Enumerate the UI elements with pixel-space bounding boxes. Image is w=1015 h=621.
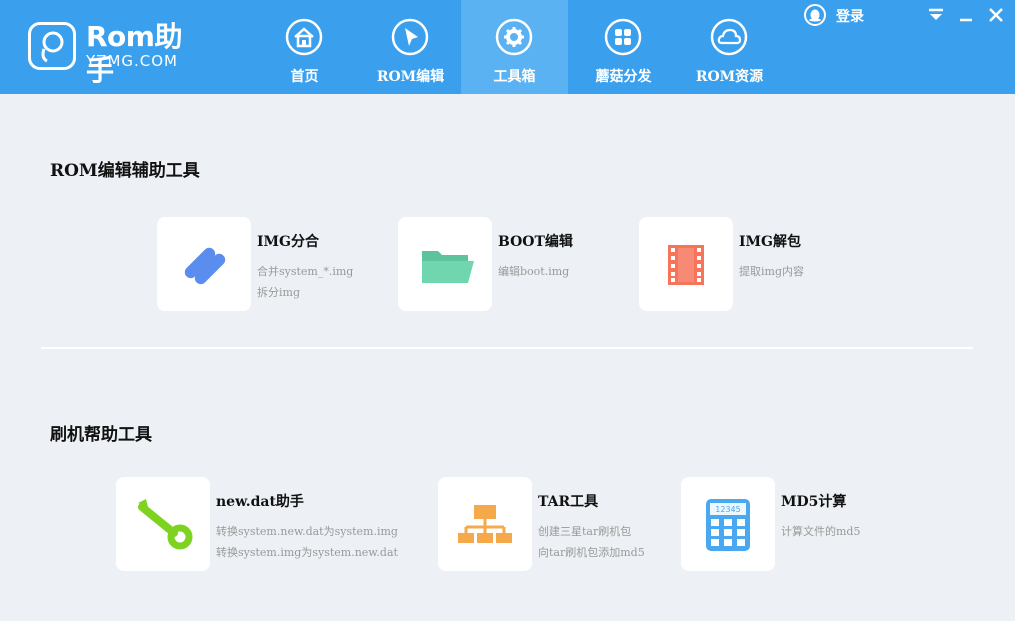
tool-card [398,217,492,311]
tool-desc-line: 向tar刷机包添加md5 [538,546,645,559]
tool-card [639,217,733,311]
nav-home[interactable]: 首页 [251,0,358,94]
top-bar: Rom助手 YZMG.COM 首页 ROM编辑 工具箱 蘑菇分发 ROM资源 登… [0,0,1015,94]
tool-img-split-merge[interactable]: IMG分合 合并system_*.img 拆分img [157,217,387,311]
link-icon [184,247,226,285]
nav-mushroom-distribute[interactable]: 蘑菇分发 [570,0,677,94]
gear-icon [495,18,533,56]
section-title-flash-tools: 刷机帮助工具 [50,425,152,445]
tool-title: BOOT编辑 [498,234,573,250]
calculator-display-text: 12345 [715,505,740,514]
nav-label-toolbox: 工具箱 [493,69,536,85]
tool-title: MD5计算 [781,494,847,510]
tool-desc-line: 提取img内容 [739,265,804,278]
cloud-icon [710,18,748,56]
wrench-icon [138,499,193,550]
nav-label-rom-edit: ROM编辑 [376,69,445,85]
tool-card [157,217,251,311]
tool-img-unpack[interactable]: IMG解包 提取img内容 [639,217,869,311]
tool-desc-line: 转换system.new.dat为system.img [216,525,398,538]
nav-rom-resources[interactable]: ROM资源 [676,0,783,94]
tool-tar[interactable]: TAR工具 创建三星tar刷机包 向tar刷机包添加md5 [438,477,668,571]
section-divider [41,347,973,349]
tool-title: IMG分合 [257,234,320,250]
section-title-rom-edit-tools: ROM编辑辅助工具 [50,161,200,181]
tool-card [438,477,532,571]
home-icon [285,18,323,56]
tool-card [116,477,210,571]
calculator-icon: 12345 [706,499,750,551]
film-icon [668,245,704,285]
tool-boot-edit[interactable]: BOOT编辑 编辑boot.img [398,217,628,311]
tool-title: TAR工具 [538,494,599,510]
nav-rom-edit[interactable]: ROM编辑 [357,0,464,94]
tool-desc-line: 编辑boot.img [498,265,570,278]
tool-md5[interactable]: 12345 MD5计算 计算文件的md5 [681,477,911,571]
cursor-icon [391,18,429,56]
tool-new-dat-helper[interactable]: new.dat助手 转换system.new.dat为system.img 转换… [116,477,416,571]
logo-sub-text: YZMG.COM [86,52,178,70]
nav-toolbox[interactable]: 工具箱 [461,0,568,94]
tool-desc-line: 创建三星tar刷机包 [538,525,632,538]
folder-icon [422,251,474,283]
nav-label-mushroom-distribute: 蘑菇分发 [595,69,652,85]
tool-desc-line: 合并system_*.img [257,265,354,278]
apps-grid-icon [604,18,642,56]
logo-badge-icon [28,22,76,70]
close-icon[interactable] [986,5,1006,25]
qq-icon [804,4,826,26]
tool-desc-line: 拆分img [257,286,300,299]
tool-title: new.dat助手 [216,494,304,510]
login-label: 登录 [836,9,864,25]
hierarchy-icon [458,505,512,543]
tool-card: 12345 [681,477,775,571]
minimize-icon[interactable] [956,5,976,25]
nav-label-home: 首页 [290,69,319,85]
app-logo: Rom助手 YZMG.COM [28,20,208,87]
dropdown-menu-icon[interactable] [926,5,946,25]
tool-desc-line: 转换system.img为system.new.dat [216,546,398,559]
nav-label-rom-resources: ROM资源 [695,69,764,85]
tool-desc-line: 计算文件的md5 [781,525,861,538]
tool-title: IMG解包 [739,234,802,250]
